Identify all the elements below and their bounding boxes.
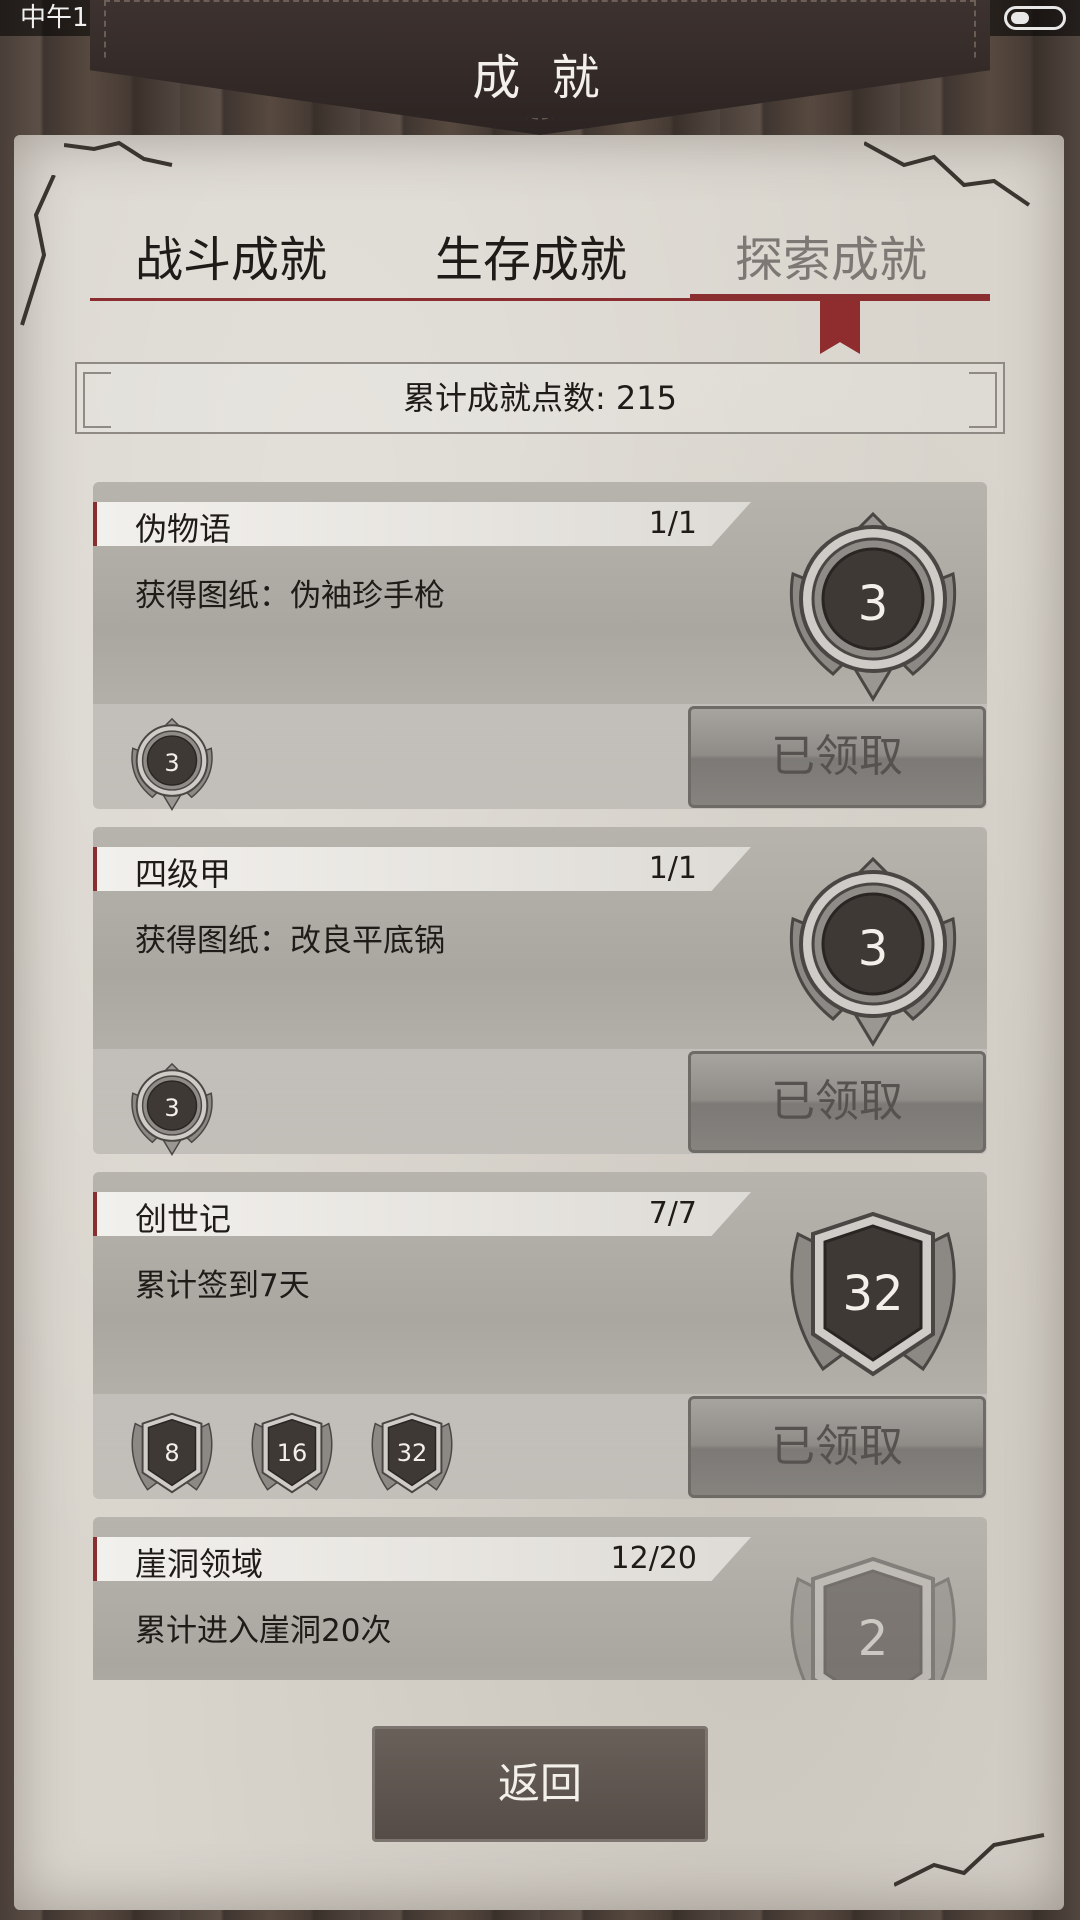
achievement-card: 伪物语 1/1 获得图纸：伪袖珍手枪 3 3 已领取 <box>93 482 987 812</box>
achievement-description: 获得图纸：伪袖珍手枪 <box>135 578 445 614</box>
tab-combat[interactable]: 战斗成就 <box>135 220 327 290</box>
achievement-card: 四级甲 1/1 获得图纸：改良平底锅 3 3 已领取 <box>93 827 987 1157</box>
crack-decoration-icon <box>894 1833 1045 1887</box>
achievement-medal-icon: 2 <box>773 1539 973 1680</box>
battery-icon <box>1004 6 1066 30</box>
achievement-points-label: 累计成就点数: 215 <box>402 379 678 417</box>
tier-badge-icon: 8 <box>123 1404 221 1502</box>
crack-decoration-icon <box>20 175 56 326</box>
achievement-progress: 12/20 <box>610 1541 697 1576</box>
tier-badge-value: 3 <box>164 1094 180 1122</box>
achievement-medal-value: 3 <box>857 576 889 632</box>
achievement-medal-icon: 3 <box>773 504 973 704</box>
achievement-progress: 1/1 <box>648 851 697 886</box>
achievement-progress: 1/1 <box>648 506 697 541</box>
tier-badge-icon: 3 <box>123 1059 221 1157</box>
crack-decoration-icon <box>64 140 173 167</box>
achievement-name: 四级甲 <box>135 855 232 893</box>
back-button[interactable]: 返回 <box>372 1726 708 1842</box>
tab-exploration[interactable]: 探索成就 <box>735 220 927 290</box>
tier-badge-icon: 16 <box>243 1404 341 1502</box>
achievement-description: 累计进入崖洞20次 <box>135 1613 392 1649</box>
tier-badge-value: 3 <box>164 749 180 777</box>
achievement-name: 伪物语 <box>135 510 232 548</box>
tier-badges: 3 <box>123 1059 221 1157</box>
achievement-medal-icon: 3 <box>773 849 973 1049</box>
achievement-description: 获得图纸：改良平底锅 <box>135 923 445 959</box>
achievement-name: 崖洞领域 <box>135 1545 264 1583</box>
tier-badge-icon: 3 <box>123 714 221 812</box>
tier-badge-value: 32 <box>396 1439 428 1467</box>
achievement-progress: 7/7 <box>648 1196 697 1231</box>
claimed-button[interactable]: 已领取 <box>688 1396 986 1498</box>
tab-bar: 战斗成就 生存成就 探索成就 <box>90 220 990 300</box>
claimed-button[interactable]: 已领取 <box>688 1051 986 1153</box>
tier-badge-icon: 32 <box>363 1404 461 1502</box>
crack-decoration-icon <box>864 141 1031 207</box>
achievement-medal-value: 32 <box>842 1266 904 1322</box>
achievement-list[interactable]: 伪物语 1/1 获得图纸：伪袖珍手枪 3 3 已领取 四级甲 1/1 获得图纸：改良平底锅 … <box>93 482 987 1680</box>
claimed-button[interactable]: 已领取 <box>688 706 986 808</box>
achievement-medal-value: 2 <box>857 1611 889 1667</box>
achievement-name: 创世记 <box>135 1200 232 1238</box>
page-title: 成 就 <box>472 50 608 106</box>
tier-badges: 8 16 32 <box>123 1404 461 1502</box>
achievement-description: 累计签到7天 <box>135 1268 310 1304</box>
achievement-medal-value: 3 <box>857 921 889 977</box>
tier-badge-value: 16 <box>276 1439 308 1467</box>
tab-survival[interactable]: 生存成就 <box>435 220 627 290</box>
achievement-card: 创世记 7/7 累计签到7天 32 8 16 32 已领取 <box>93 1172 987 1499</box>
achievement-card: 崖洞领域 12/20 累计进入崖洞20次 2 <box>93 1517 987 1680</box>
achievement-points-bar: 累计成就点数: 215 <box>75 362 1005 434</box>
tier-badges: 3 <box>123 714 221 812</box>
achievement-medal-icon: 32 <box>773 1194 973 1394</box>
active-tab-underline <box>690 294 990 300</box>
tier-badge-value: 8 <box>164 1439 180 1467</box>
